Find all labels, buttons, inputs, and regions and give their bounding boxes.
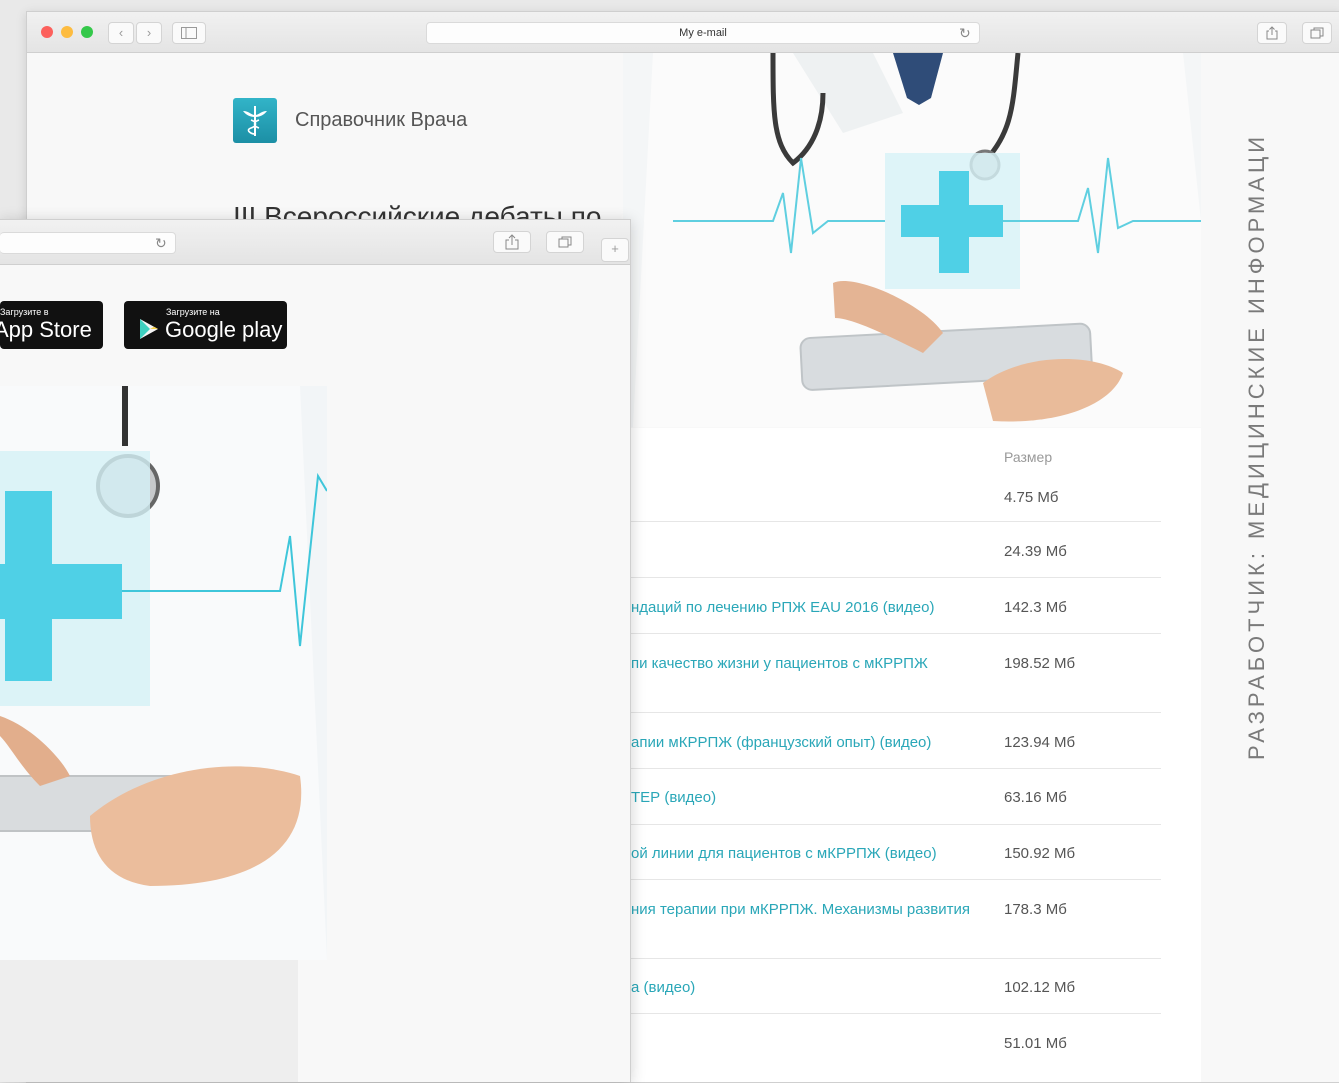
share-button[interactable]: [493, 231, 531, 253]
table-row[interactable]: ТЕР (видео) 63.16 Мб: [587, 769, 1161, 825]
table-row[interactable]: 24.39 Мб: [587, 522, 1161, 578]
front-hero-doctor-image: [0, 386, 327, 960]
file-size: 24.39 Мб: [1004, 543, 1067, 560]
file-name[interactable]: ТЕР (видео): [631, 789, 716, 806]
file-size: 178.3 Мб: [1004, 901, 1067, 918]
sidebar-icon: [181, 27, 197, 39]
chevron-right-icon: ›: [146, 25, 152, 40]
google-play-badge[interactable]: Загрузите на Google play: [124, 301, 287, 349]
file-name[interactable]: пи качество жизни у пациентов с мКРРПЖ: [631, 655, 928, 672]
file-size: 123.94 Мб: [1004, 734, 1076, 751]
table-row[interactable]: ой линии для пациентов с мКРРПЖ (видео) …: [587, 825, 1161, 880]
file-table: Размер 4.75 Мб 24.39 Мб ндаций по лечени…: [587, 428, 1201, 1082]
file-name[interactable]: апии мКРРПЖ (французский опыт) (видео): [631, 734, 931, 751]
tabs-icon: [1310, 27, 1324, 39]
table-row[interactable]: ндаций по лечению РПЖ EAU 2016 (видео) 1…: [587, 578, 1161, 634]
plus-icon: +: [611, 241, 619, 256]
tabs-button[interactable]: [546, 231, 584, 253]
file-size: 102.12 Мб: [1004, 979, 1076, 996]
google-play-label: Google play: [165, 317, 283, 342]
app-logo: [233, 98, 277, 143]
file-name[interactable]: а (видео): [631, 979, 695, 996]
google-play-small-text: Загрузите на: [166, 307, 220, 317]
tabs-icon: [558, 236, 572, 248]
table-row[interactable]: а (видео) 102.12 Мб: [587, 959, 1161, 1014]
google-play-icon: [140, 319, 158, 339]
file-size: 63.16 Мб: [1004, 789, 1067, 806]
table-row[interactable]: апии мКРРПЖ (французский опыт) (видео) 1…: [587, 713, 1161, 769]
zoom-window-button[interactable]: [81, 26, 93, 38]
brand-name: Справочник Врача: [295, 109, 468, 131]
share-button[interactable]: [1257, 22, 1287, 44]
chevron-left-icon: ‹: [118, 25, 124, 40]
sidebar-toggle-button[interactable]: [172, 22, 206, 44]
table-row[interactable]: ния терапии при мКРРПЖ. Механизмы развит…: [587, 880, 1161, 959]
reload-icon[interactable]: ↻: [155, 233, 167, 253]
front-browser-window: ↻ + Загрузите в App Store Загрузите на G…: [0, 219, 631, 1082]
file-name[interactable]: ой линии для пациентов с мКРРПЖ (видео): [631, 845, 937, 862]
back-toolbar: ‹ › My e-mail ↻: [27, 12, 1339, 53]
back-nav-button[interactable]: ‹: [108, 22, 134, 44]
address-bar[interactable]: My e-mail ↻: [426, 22, 980, 44]
size-column-header: Размер: [1004, 449, 1053, 465]
close-window-button[interactable]: [41, 26, 53, 38]
tabs-button[interactable]: [1302, 22, 1332, 44]
file-size: 51.01 Мб: [1004, 1035, 1067, 1052]
new-tab-button[interactable]: +: [601, 238, 629, 262]
front-address-bar[interactable]: ↻: [0, 232, 176, 254]
file-size: 142.3 Мб: [1004, 599, 1067, 616]
front-toolbar: ↻ +: [0, 220, 630, 265]
file-size: 150.92 Мб: [1004, 845, 1076, 862]
file-size: 198.52 Мб: [1004, 655, 1076, 672]
table-row[interactable]: пи качество жизни у пациентов с мКРРПЖ 1…: [587, 634, 1161, 713]
reload-icon[interactable]: ↻: [959, 23, 971, 43]
app-store-small-text: Загрузите в: [0, 307, 49, 317]
app-store-label: App Store: [0, 317, 92, 342]
front-page-blank-area: [327, 265, 630, 1082]
table-row[interactable]: 4.75 Мб: [587, 465, 1161, 522]
hero-doctor-image: [623, 53, 1201, 427]
developer-text: РАЗРАБОТЧИК: МЕДИЦИНСКИЕ ИНФОРМАЦИ: [1244, 132, 1269, 760]
app-store-badge[interactable]: Загрузите в App Store: [0, 301, 103, 349]
caduceus-icon: [243, 106, 267, 136]
file-name[interactable]: ния терапии при мКРРПЖ. Механизмы развит…: [631, 901, 970, 918]
forward-nav-button[interactable]: ›: [136, 22, 162, 44]
share-icon: [505, 234, 519, 250]
table-row[interactable]: 51.01 Мб: [587, 1014, 1161, 1070]
file-size: 4.75 Мб: [1004, 489, 1059, 506]
address-text: My e-mail: [679, 27, 727, 39]
file-name[interactable]: ндаций по лечению РПЖ EAU 2016 (видео): [631, 599, 935, 616]
share-icon: [1266, 26, 1278, 40]
minimize-window-button[interactable]: [61, 26, 73, 38]
front-lower-panel: [0, 960, 298, 1082]
